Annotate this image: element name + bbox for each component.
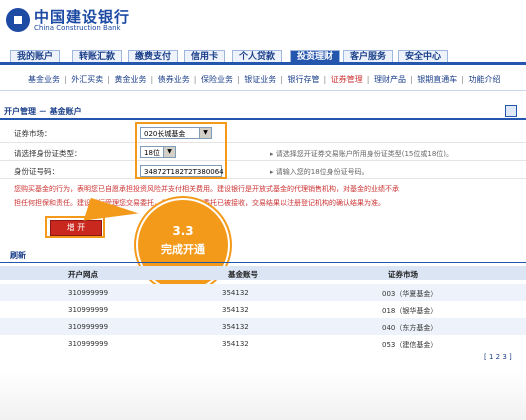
cell-account: 354132 — [222, 323, 249, 331]
row-divider — [0, 178, 526, 179]
cell-branch: 310999999 — [68, 289, 109, 297]
page-footer-fade — [0, 372, 526, 420]
cell-branch: 310999999 — [68, 340, 109, 348]
cell-account: 354132 — [222, 289, 249, 297]
cell-account: 354132 — [222, 306, 249, 314]
subnav-custody[interactable]: 银行存管 — [288, 75, 320, 84]
subnav-insurance[interactable]: 保险业务 — [201, 75, 233, 84]
cell-market: 053（建信基金） — [382, 341, 438, 349]
callout-step: 3.3 — [172, 224, 194, 238]
sub-nav: 基金业务 | 外汇买卖 | 黄金业务 | 债券业务 | 保险业务 | 银证业务 | 银行存管… — [28, 75, 501, 84]
id-type-hint-text: 请选择您开证券交易账户所用身份证类型(15位或18位)。 — [275, 150, 454, 158]
id-type-select-value: 18位 — [144, 149, 160, 157]
chevron-down-icon: ▼ — [199, 128, 211, 138]
id-number-hint: ▸ 请输入您的18位身份证号码。 — [270, 168, 369, 176]
subnav-forex[interactable]: 外汇买卖 — [71, 75, 103, 84]
row-divider — [0, 160, 526, 161]
table-divider — [0, 262, 526, 263]
id-type-label: 请选择身份证类型： — [14, 149, 82, 158]
cell-branch: 310999999 — [68, 306, 109, 314]
window-icon[interactable] — [505, 105, 517, 117]
cell-market: 018（银华基金） — [382, 307, 438, 315]
subnav-bond[interactable]: 债券业务 — [158, 75, 190, 84]
cell-account: 354132 — [222, 340, 249, 348]
market-label: 证券市场： — [14, 129, 52, 138]
subnav-fund[interactable]: 基金业务 — [28, 75, 60, 84]
market-select[interactable]: 020长城基金 ▼ — [140, 127, 212, 139]
subnav-futures[interactable]: 银期直通车 — [417, 75, 457, 84]
subnav-gold[interactable]: 黄金业务 — [115, 75, 147, 84]
subnav-divider — [0, 90, 526, 91]
subnav-intro[interactable]: 功能介绍 — [469, 75, 501, 84]
col-market: 证券市场 — [388, 270, 418, 279]
col-fund-account: 基金账号 — [228, 270, 258, 279]
ccb-logo-icon — [6, 8, 30, 32]
subnav-securities-mgmt[interactable]: 证券管理 — [331, 75, 363, 84]
market-select-value: 020长城基金 — [144, 130, 186, 138]
cell-market: 003（华夏基金） — [382, 290, 438, 298]
id-number-input[interactable]: 34872T182T2T380064 — [140, 165, 224, 177]
pagination[interactable]: [ 1 2 3 ] — [484, 353, 512, 361]
col-branch: 开户网点 — [68, 270, 98, 279]
brand-name-en: China Construction Bank — [34, 24, 121, 32]
chevron-down-icon: ▼ — [163, 147, 175, 157]
cell-branch: 310999999 — [68, 323, 109, 331]
subnav-bank-securities[interactable]: 银证业务 — [244, 75, 276, 84]
subnav-wealth-products[interactable]: 理财产品 — [374, 75, 406, 84]
risk-warning-line1: 您购买基金的行为，表明您已自愿承担投资风险并支付相关费用。建设银行是开放式基金的… — [14, 185, 399, 193]
row-divider — [0, 142, 526, 143]
section-title: 开户管理 － 基金账户 — [4, 107, 82, 116]
id-number-hint-text: 请输入您的18位身份证号码。 — [275, 168, 369, 176]
section-divider — [0, 118, 526, 120]
id-type-hint: ▸ 请选择您开证券交易账户所用身份证类型(15位或18位)。 — [270, 150, 454, 158]
id-type-select[interactable]: 18位 ▼ — [140, 146, 176, 158]
id-number-label: 身份证号码： — [14, 167, 59, 176]
id-number-value: 34872T182T2T380064 — [144, 168, 224, 176]
refresh-link[interactable]: 刷新 — [10, 250, 26, 261]
callout-text: 完成开通 — [161, 243, 205, 256]
nav-divider — [0, 62, 526, 65]
cell-market: 040（东方基金） — [382, 324, 438, 332]
